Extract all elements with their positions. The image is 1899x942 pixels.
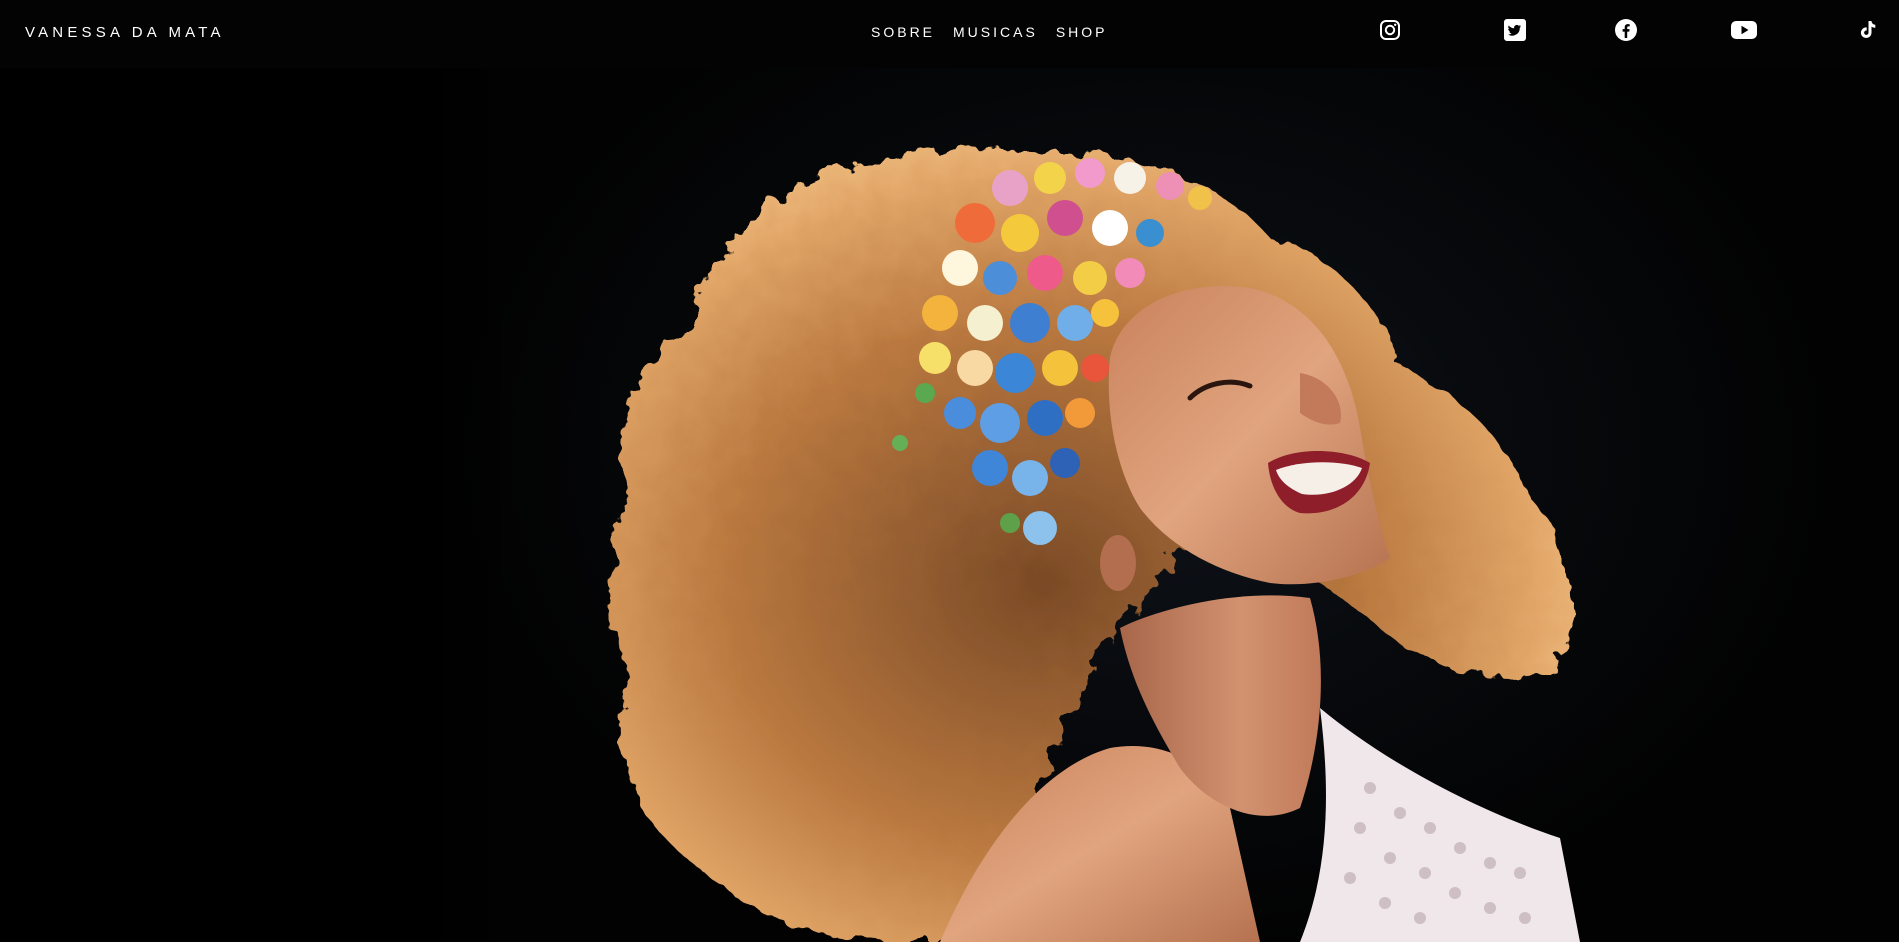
instagram-icon[interactable] xyxy=(1379,19,1401,41)
tiktok-icon[interactable] xyxy=(1856,19,1878,41)
nav-musicas[interactable]: MUSICAS xyxy=(953,24,1038,40)
nav-sobre[interactable]: SOBRE xyxy=(871,24,935,40)
youtube-icon[interactable] xyxy=(1731,19,1757,41)
brand-logo[interactable]: VANESSA DA MATA xyxy=(25,24,225,41)
main-nav: SOBRE MUSICAS SHOP xyxy=(871,24,1108,40)
nav-shop[interactable]: SHOP xyxy=(1056,24,1108,40)
hero-dark-fade xyxy=(0,68,520,942)
site-header: VANESSA DA MATA SOBRE MUSICAS SHOP xyxy=(0,0,1899,68)
twitter-icon[interactable] xyxy=(1504,19,1526,41)
facebook-icon[interactable] xyxy=(1615,19,1637,41)
hero-section xyxy=(0,68,1899,942)
page: VANESSA DA MATA SOBRE MUSICAS SHOP xyxy=(0,0,1899,942)
